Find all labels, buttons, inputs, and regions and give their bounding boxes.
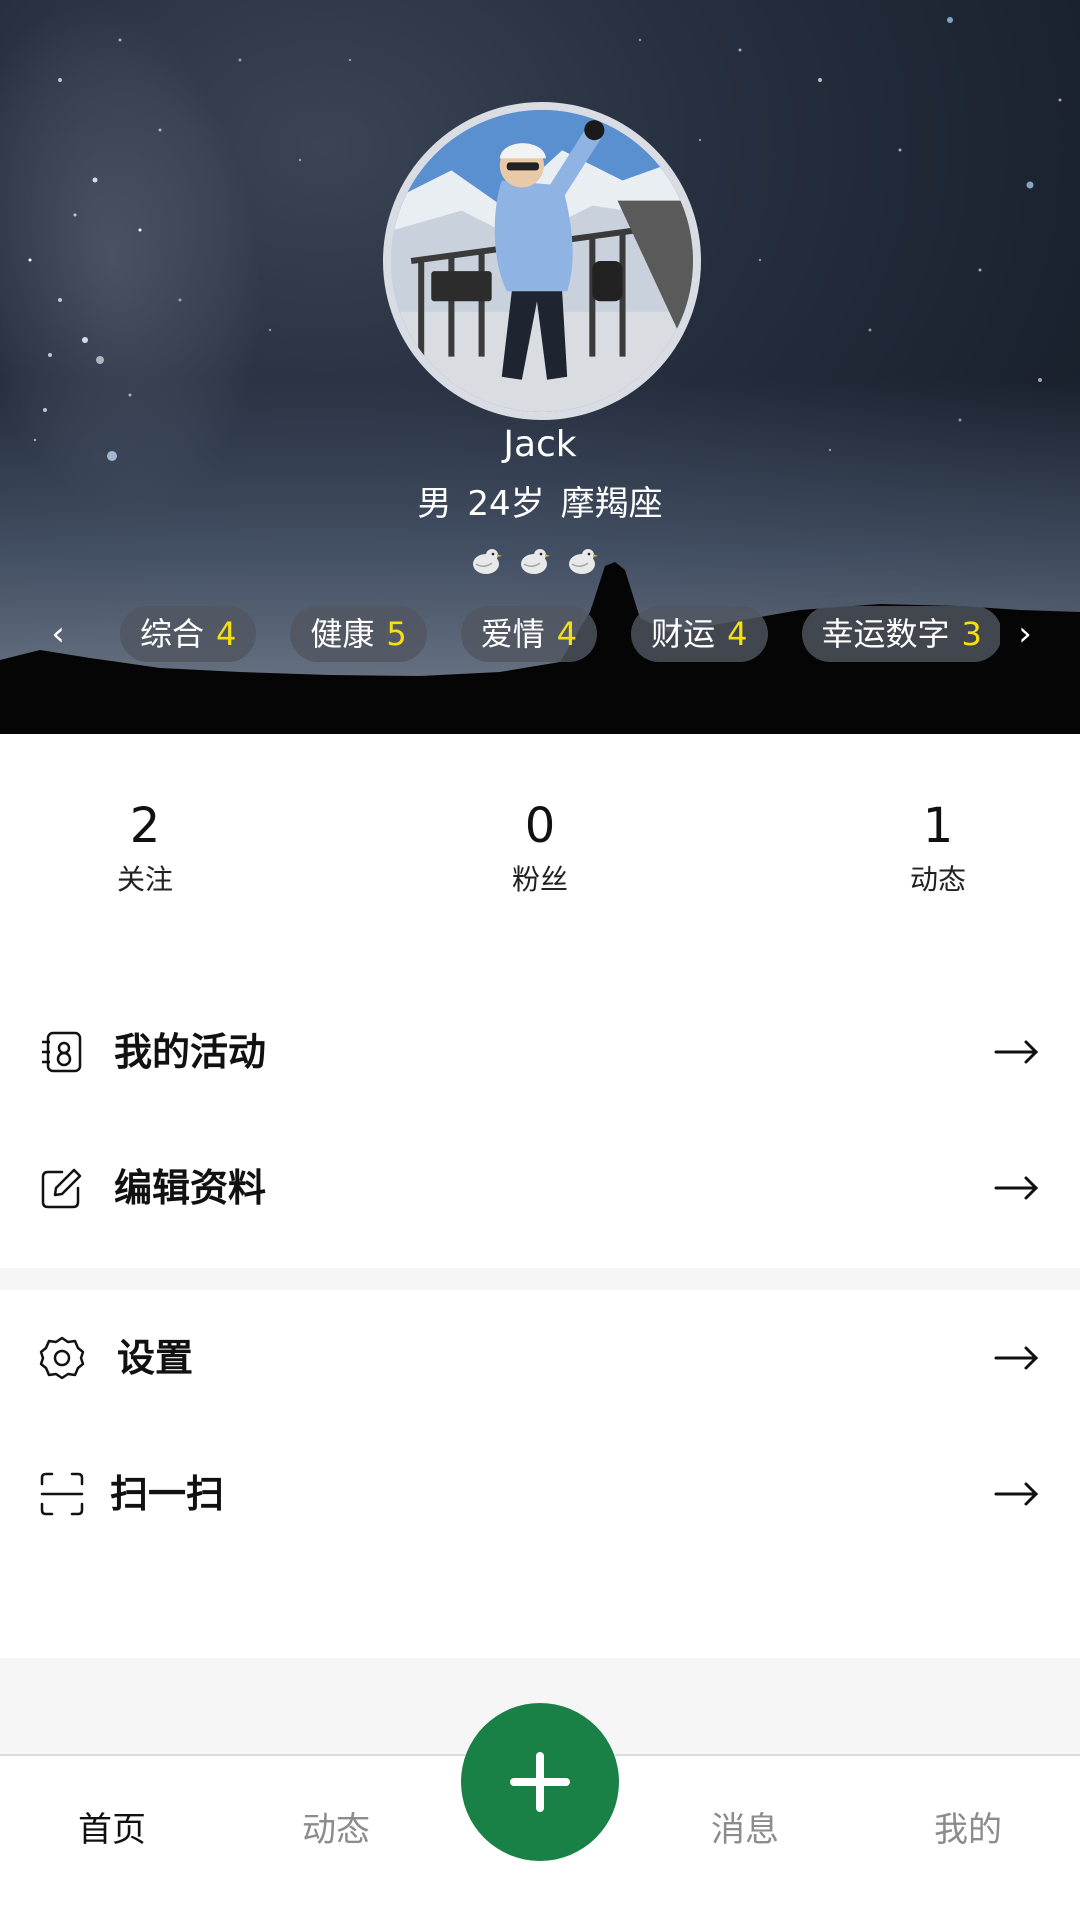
stat-value: 0 [524,798,556,854]
arrow-right-icon [994,1346,1039,1370]
menu-label: 编辑资料 [114,1166,267,1210]
gear-icon [39,1336,85,1380]
fortune-tag-health[interactable]: 健康 5 [290,606,427,662]
nav-feed[interactable]: 动态 [256,1806,416,1854]
fortune-tag-value: 4 [556,615,578,653]
stat-following[interactable]: 2 关注 [45,796,245,900]
scan-icon [40,1472,84,1516]
fortune-tag-label: 幸运数字 [821,615,950,653]
fortune-tag-value: 5 [386,615,407,653]
menu-item-settings[interactable]: 设置 [0,1290,1080,1426]
stat-label: 粉丝 [511,863,568,896]
arrow-right-icon [994,1482,1039,1506]
profile-name: Jack [503,424,577,465]
bird-icons [470,545,598,585]
menu-item-my-activities[interactable]: 我的活动 [0,984,1080,1120]
nav-messages[interactable]: 消息 [665,1806,825,1854]
nav-mine[interactable]: 我的 [888,1806,1048,1854]
fortune-tag-lucky-number[interactable]: 幸运数字 3 [801,606,1000,662]
bird-icon [473,549,502,574]
menu-item-scan[interactable]: 扫一扫 [0,1426,1080,1562]
fortune-tag-label: 综合 [140,615,205,653]
fortune-tag-label: 健康 [310,615,375,653]
menu-label: 扫一扫 [110,1472,225,1516]
stat-value: 2 [129,798,161,854]
add-button[interactable] [461,1703,619,1861]
arrow-right-icon [994,1176,1039,1200]
fortune-tag-value: 3 [961,615,982,653]
chevron-left-icon[interactable]: ‹ [38,610,78,658]
fortune-tag-love[interactable]: 爱情 4 [460,606,598,662]
profile-header: Jack 男 24岁 摩羯座 ‹ 综合 4 健康 5 爱情 4 财运 4 幸运数… [0,0,1080,734]
fortune-tag-value: 4 [216,615,237,653]
menu-label: 我的活动 [114,1030,267,1074]
profile-subinfo: 男 24岁 摩羯座 [0,480,1080,528]
profile-age: 24岁 [467,484,545,524]
stat-label: 关注 [116,863,173,896]
arrow-right-icon [994,1040,1039,1064]
profile-zodiac: 摩羯座 [560,484,663,524]
avatar-photo [391,110,693,412]
fortune-tag-value: 4 [727,615,748,653]
bird-icon [521,549,550,574]
fortune-tags[interactable]: 综合 4 健康 5 爱情 4 财运 4 幸运数字 3 [120,606,1000,662]
activity-icon [42,1031,82,1073]
stat-followers[interactable]: 0 粉丝 [440,796,640,900]
menu-group-1: 我的活动 编辑资料 [0,974,1080,1268]
stat-label: 动态 [909,863,966,896]
fortune-tag-wealth[interactable]: 财运 4 [631,606,768,662]
avatar[interactable] [383,102,701,420]
fortune-tag-label: 财运 [651,615,716,653]
menu-label: 设置 [117,1336,194,1380]
menu-group-2: 设置 扫一扫 [0,1290,1080,1658]
profile-gender: 男 [417,484,452,524]
stats-bar: 2 关注 0 粉丝 1 动态 [0,734,1080,974]
fortune-tag-label: 爱情 [480,615,545,653]
bird-icon [569,549,598,574]
stat-posts[interactable]: 1 动态 [838,796,1038,900]
fortune-tag-overall[interactable]: 综合 4 [120,606,257,662]
fortune-tags-row: ‹ 综合 4 健康 5 爱情 4 财运 4 幸运数字 3 › [0,606,1080,662]
stat-value: 1 [922,798,954,854]
edit-icon [41,1168,82,1209]
plus-icon [510,1752,570,1812]
nav-home[interactable]: 首页 [32,1806,192,1854]
menu-item-edit-profile[interactable]: 编辑资料 [0,1120,1080,1256]
chevron-right-icon[interactable]: › [1005,610,1045,658]
